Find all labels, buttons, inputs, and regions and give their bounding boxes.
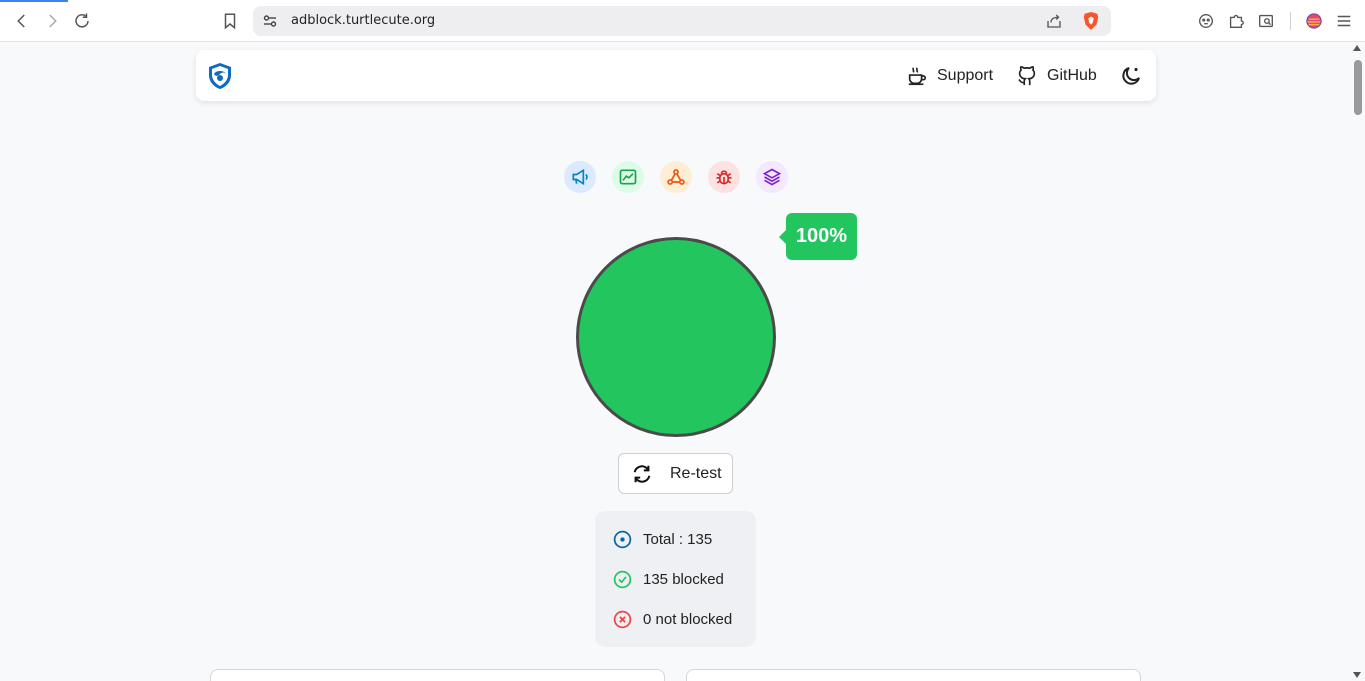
shield-logo-icon[interactable]	[207, 62, 233, 90]
puzzle-icon	[1229, 14, 1244, 28]
back-icon	[17, 14, 25, 28]
category-card-right[interactable]	[686, 669, 1141, 681]
reload-icon	[75, 13, 89, 28]
stats-panel: Total : 135 135 blocked 0 not blocked	[595, 511, 756, 647]
forward-button[interactable]	[40, 9, 64, 33]
browser-toolbar: adblock.turtlecute.org	[0, 0, 1365, 42]
stat-total-text: Total : 135	[643, 530, 713, 548]
tab-indicator	[0, 0, 68, 2]
lion-extension-icon	[1199, 14, 1213, 28]
category-social-trackers[interactable]	[756, 161, 788, 193]
scroll-up-arrow[interactable]	[1353, 45, 1361, 51]
menu-button[interactable]	[1334, 11, 1354, 31]
share-icon[interactable]	[1045, 12, 1063, 30]
site-header: Support GitHub	[196, 50, 1156, 101]
bookmark-icon	[224, 13, 236, 30]
network-nodes-icon	[667, 169, 685, 185]
stat-blocked: 135 blocked	[612, 568, 724, 590]
toolbar-separator	[1290, 12, 1291, 30]
category-error-trackers[interactable]	[660, 161, 692, 193]
layers-icon	[762, 168, 782, 186]
scroll-thumb[interactable]	[1354, 60, 1362, 115]
score-badge: 100%	[779, 213, 857, 260]
wallet-icon	[1306, 13, 1322, 29]
analytics-chart-icon	[619, 169, 637, 185]
bug-icon	[716, 170, 732, 185]
reader-button[interactable]	[1256, 11, 1276, 31]
reload-button[interactable]	[70, 9, 94, 33]
extensions-button[interactable]	[1226, 11, 1246, 31]
stat-total: Total : 135	[612, 528, 712, 550]
moon-icon[interactable]	[1119, 64, 1143, 88]
forward-icon	[49, 14, 57, 28]
category-card-left[interactable]	[210, 669, 665, 681]
extension-button[interactable]	[1196, 11, 1216, 31]
wallet-button[interactable]	[1304, 11, 1324, 31]
site-settings-icon[interactable]	[262, 13, 278, 29]
menu-icon	[1337, 15, 1351, 27]
retest-label: Re-test	[670, 464, 722, 482]
x-circle-icon	[613, 610, 632, 628]
github-link[interactable]: GitHub	[1016, 64, 1097, 88]
bookmark-button[interactable]	[218, 9, 242, 33]
github-icon	[1018, 66, 1036, 86]
scroll-down-arrow[interactable]	[1353, 672, 1361, 678]
support-link[interactable]: Support	[906, 64, 993, 88]
brave-shields-icon[interactable]	[1082, 11, 1100, 31]
back-button[interactable]	[10, 9, 34, 33]
address-bar[interactable]: adblock.turtlecute.org	[253, 6, 1111, 36]
reader-icon	[1259, 14, 1273, 28]
github-label: GitHub	[1047, 67, 1097, 84]
refresh-icon	[633, 464, 651, 483]
category-ads[interactable]	[564, 161, 596, 193]
stat-not-blocked: 0 not blocked	[612, 608, 732, 630]
check-circle-icon	[613, 570, 632, 588]
category-bug-trackers[interactable]	[708, 161, 740, 193]
retest-button[interactable]: Re-test	[618, 453, 733, 494]
stat-blocked-text: 135 blocked	[643, 570, 724, 588]
result-score-circle	[576, 237, 776, 437]
support-label: Support	[937, 67, 994, 84]
stat-not-blocked-text: 0 not blocked	[643, 610, 733, 628]
url-text: adblock.turtlecute.org	[291, 13, 436, 28]
target-icon	[613, 530, 632, 548]
megaphone-icon	[572, 168, 588, 186]
coffee-cup-icon	[908, 67, 927, 86]
page-scrollbar[interactable]	[1350, 42, 1365, 681]
category-analytics[interactable]	[612, 161, 644, 193]
